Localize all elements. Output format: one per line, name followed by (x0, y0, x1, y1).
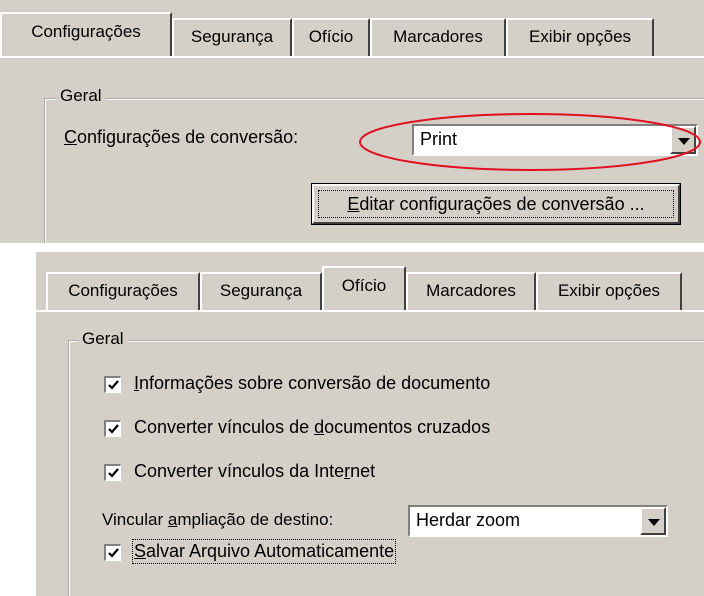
cross-document-links-checkbox[interactable] (104, 420, 121, 437)
tab-seguranca[interactable]: Segurança (172, 18, 292, 56)
checkmark-icon (108, 468, 119, 478)
link-zoom-value: Herdar zoom (416, 510, 521, 530)
bottom-dialog-panel: Configurações Segurança Ofício Marcadore… (36, 252, 704, 596)
tab-label: Marcadores (393, 27, 483, 46)
edit-conversion-settings-button[interactable]: Editar configurações de conversão ... (311, 183, 681, 225)
tab-seguranca[interactable]: Segurança (200, 272, 322, 310)
tab-label: Segurança (219, 281, 303, 300)
tab-configuracoes[interactable]: Configurações (46, 272, 200, 310)
tab-label: Segurança (190, 27, 274, 46)
cross-document-links-label[interactable]: Converter vínculos de documentos cruzado… (134, 417, 490, 438)
group-title: Geral (56, 86, 106, 106)
button-label: Editar configurações de conversão ... (318, 190, 674, 218)
tab-exibir-opcoes[interactable]: Exibir opções (506, 18, 654, 56)
tab-strip-border (0, 56, 704, 58)
conversion-info-label[interactable]: Informações sobre conversão de documento (134, 373, 490, 394)
top-dialog-panel: Configurações Segurança Ofício Marcadore… (0, 0, 704, 243)
tab-label: Marcadores (426, 281, 516, 300)
tab-label: Exibir opções (557, 281, 661, 300)
tab-marcadores[interactable]: Marcadores (370, 18, 506, 56)
conversion-settings-label: Configurações de conversão: (64, 127, 299, 147)
tab-exibir-opcoes[interactable]: Exibir opções (536, 272, 682, 310)
group-title: Geral (78, 329, 128, 349)
tab-configuracoes[interactable]: Configurações (0, 12, 172, 56)
checkmark-icon (108, 548, 119, 558)
internet-links-checkbox[interactable] (104, 464, 121, 481)
tab-oficio[interactable]: Ofício (322, 266, 406, 310)
checkmark-icon (108, 380, 119, 390)
highlight-ellipse (359, 113, 701, 171)
checkmark-icon (108, 424, 119, 434)
tab-label: Ofício (308, 27, 354, 46)
tab-strip-border (36, 310, 704, 312)
tab-oficio[interactable]: Ofício (292, 18, 370, 56)
conversion-info-checkbox[interactable] (104, 376, 121, 393)
tab-label: Configurações (31, 22, 141, 41)
internet-links-label[interactable]: Converter vínculos da Internet (134, 461, 375, 482)
tab-label: Configurações (68, 281, 178, 300)
auto-save-checkbox[interactable] (104, 544, 121, 561)
auto-save-label[interactable]: Salvar Arquivo Automaticamente (131, 539, 397, 564)
link-zoom-select[interactable]: Herdar zoom (408, 505, 668, 537)
tab-marcadores[interactable]: Marcadores (406, 272, 536, 310)
dropdown-button[interactable] (640, 507, 666, 535)
chevron-down-icon (648, 519, 660, 526)
tab-label: Exibir opções (528, 27, 632, 46)
tab-label: Ofício (341, 276, 387, 295)
link-zoom-label: Vincular ampliação de destino: (102, 510, 334, 529)
